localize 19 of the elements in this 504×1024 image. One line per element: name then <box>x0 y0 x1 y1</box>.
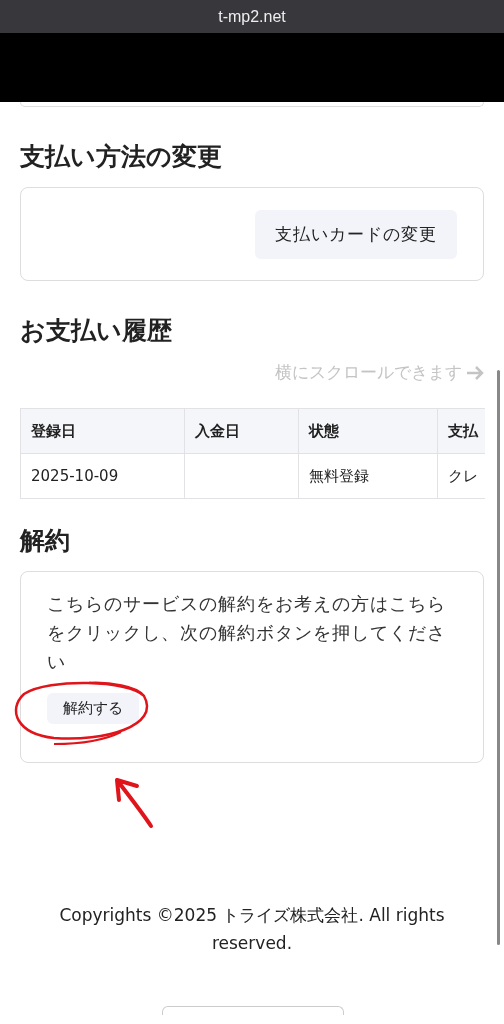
section-title: お支払い履歴 <box>20 315 173 347</box>
copyright-text: Copyrights ©2025 トライズ株式会社. All rights reserved. <box>58 904 446 955</box>
table-cell: 2025-10-09 <box>20 453 185 499</box>
scroll-hint: 横にスクロールできます <box>275 361 462 384</box>
arrow-right-icon <box>466 364 484 381</box>
home-indicator[interactable] <box>162 1006 344 1015</box>
section-title: 支払い方法の変更 <box>20 141 223 173</box>
column-header: 登録日 <box>20 408 185 454</box>
cancel-description: こちらのサービスの解約をお考えの方はこちらをクリックし、次の解約ボタンを押してください <box>47 593 447 674</box>
section-title: 解約 <box>20 525 71 557</box>
scrollbar[interactable] <box>497 370 500 945</box>
url-text: t-mp2.net <box>218 7 286 26</box>
change-card-button[interactable]: 支払いカードの変更 <box>255 209 457 259</box>
address-bar[interactable]: t-mp2.net <box>0 0 504 33</box>
column-header: 入金日 <box>184 408 299 454</box>
column-header: 支払 <box>437 408 485 454</box>
table-cell: 無料登録 <box>298 453 438 499</box>
column-header: 状態 <box>298 408 438 454</box>
cancel-button[interactable]: 解約する <box>47 693 139 724</box>
